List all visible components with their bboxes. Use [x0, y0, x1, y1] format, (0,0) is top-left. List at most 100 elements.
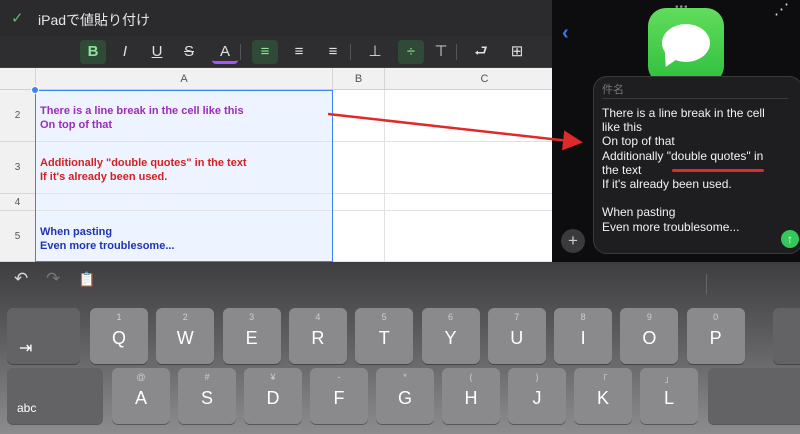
column-header-c[interactable]: C — [385, 68, 552, 90]
key-alt-label: 2 — [182, 312, 188, 322]
key-j[interactable]: ) J — [508, 368, 566, 424]
cell-c5[interactable] — [385, 211, 552, 262]
key-a[interactable]: @ A — [112, 368, 170, 424]
bold-icon[interactable]: B — [80, 40, 106, 64]
cell-c3[interactable] — [385, 142, 552, 194]
key-main-label: I — [580, 328, 586, 348]
merge-cells-icon[interactable]: ⊞ — [504, 40, 530, 64]
key-g[interactable]: * G — [376, 368, 434, 424]
selection-outline — [35, 90, 333, 262]
key-main-label: H — [464, 388, 478, 408]
key-r[interactable]: 4R — [288, 308, 347, 364]
cell-c4[interactable] — [385, 194, 552, 211]
key-y[interactable]: 6Y — [421, 308, 480, 364]
key-alt-label: # — [204, 372, 210, 382]
strikethrough-icon[interactable]: S — [176, 40, 202, 64]
key-alt-label: 3 — [249, 312, 255, 322]
key-u[interactable]: 7U — [487, 308, 546, 364]
key-alt-label: ( — [469, 372, 473, 382]
key-main-label: R — [311, 328, 325, 348]
key-main-label: P — [709, 328, 722, 348]
key-t[interactable]: 5T — [355, 308, 414, 364]
format-toolbar: B I U S A ≡ ≡ ≡ ⊥ ÷ ⊤ ⮐ ⊞ — [0, 36, 552, 68]
key-alt-label: 7 — [514, 312, 520, 322]
selection-handle[interactable] — [31, 86, 39, 94]
cell-b4[interactable] — [333, 194, 385, 211]
underline-icon[interactable]: U — [144, 40, 170, 64]
return-key[interactable] — [708, 368, 800, 424]
key-alt-label: 9 — [646, 312, 652, 322]
key-e[interactable]: 3E — [222, 308, 281, 364]
row-header-5[interactable]: 5 — [0, 211, 36, 262]
key-s[interactable]: # S — [178, 368, 236, 424]
message-line — [602, 191, 800, 205]
key-w[interactable]: 2W — [156, 308, 215, 364]
add-attachment-button[interactable]: + — [561, 229, 585, 253]
key-alt-label: 1 — [116, 312, 122, 322]
align-left-icon[interactable]: ≡ — [252, 40, 278, 64]
toolbar-separator — [350, 44, 351, 60]
key-q[interactable]: 1Q — [90, 308, 148, 364]
send-button[interactable]: ↑ — [781, 230, 799, 248]
undo-icon[interactable]: ↶ — [14, 269, 28, 289]
key-main-label: S — [200, 388, 213, 408]
back-chevron-icon[interactable]: ‹ — [562, 22, 569, 45]
spreadsheet-grid: A B C 2 There is a line break in the cell li… — [0, 68, 552, 262]
tab-icon: ⇥ — [19, 340, 33, 357]
key-alt-label: - — [337, 372, 341, 382]
cell-b3[interactable] — [333, 142, 385, 194]
valign-top-icon[interactable]: ⊤ — [428, 40, 454, 64]
message-line: There is a line break in the cell — [602, 106, 765, 120]
key-main-label: D — [266, 388, 280, 408]
row-header-4[interactable]: 4 — [0, 194, 36, 211]
message-compose-field[interactable]: 件名 There is a line break in the cell like… — [593, 76, 800, 254]
key-o[interactable]: 9O — [620, 308, 679, 364]
key-k[interactable]: 「K — [574, 368, 632, 424]
key-f[interactable]: -F — [310, 368, 368, 424]
valign-middle-icon[interactable]: ÷ — [398, 40, 424, 64]
align-center-icon[interactable]: ≡ — [286, 40, 312, 64]
key-alt-label: ) — [535, 372, 539, 382]
key-alt-label: ¥ — [270, 372, 276, 382]
align-right-icon[interactable]: ≡ — [320, 40, 346, 64]
subject-placeholder[interactable]: 件名 — [602, 81, 624, 97]
key-alt-label: 5 — [381, 312, 387, 322]
key-l[interactable]: 」 L — [640, 368, 698, 424]
key-p[interactable]: 0P — [686, 308, 745, 364]
done-check-icon[interactable]: ✓ — [11, 9, 24, 27]
message-line: like this — [602, 120, 643, 135]
key-d[interactable]: ¥ D — [244, 368, 302, 424]
row-header-2[interactable]: 2 — [0, 90, 36, 142]
share-icon[interactable]: ⋰ — [774, 0, 789, 18]
column-header-a[interactable]: A — [36, 68, 333, 90]
tab-key[interactable]: ⇥ — [7, 308, 80, 364]
italic-icon[interactable]: I — [112, 40, 138, 64]
delete-key[interactable] — [773, 308, 800, 364]
text-color-icon[interactable]: A — [212, 40, 238, 64]
key-alt-label: 「 — [598, 374, 608, 384]
sheets-app: ✓ iPadで値貼り付け B I U S A ≡ ≡ ≡ ⊥ ÷ ⊤ ⮐ ⊞ A B C 2 There is … — [0, 0, 552, 262]
message-line: Even more troublesome... — [602, 219, 740, 234]
document-title[interactable]: iPadで値貼り付け — [38, 10, 150, 30]
paste-icon[interactable]: 📋 — [78, 271, 95, 288]
toolbar-separator — [456, 44, 457, 60]
key-main-label: Q — [111, 328, 126, 348]
grid-corner — [0, 68, 36, 90]
key-main-label: F — [333, 388, 345, 408]
row-header-3[interactable]: 3 — [0, 142, 36, 194]
toolbar-separator — [240, 44, 241, 60]
key-alt-label: 6 — [447, 312, 453, 322]
column-header-b[interactable]: B — [333, 68, 385, 90]
key-i[interactable]: 8I — [554, 308, 613, 364]
valign-bottom-icon[interactable]: ⊥ — [362, 40, 388, 64]
cell-c2[interactable] — [385, 90, 552, 142]
key-h[interactable]: (H — [442, 368, 500, 424]
caps-key[interactable]: abc — [7, 368, 103, 424]
redo-icon[interactable]: ↷ — [46, 269, 60, 289]
wrap-text-icon[interactable]: ⮐ — [468, 40, 494, 64]
keyboard-shortcut-bar: ↶ ↷ 📋 — [0, 262, 800, 300]
annotation-underline — [672, 169, 764, 172]
caps-label: abc — [17, 401, 37, 415]
cell-b2[interactable] — [333, 90, 385, 142]
cell-b5[interactable] — [333, 211, 385, 262]
